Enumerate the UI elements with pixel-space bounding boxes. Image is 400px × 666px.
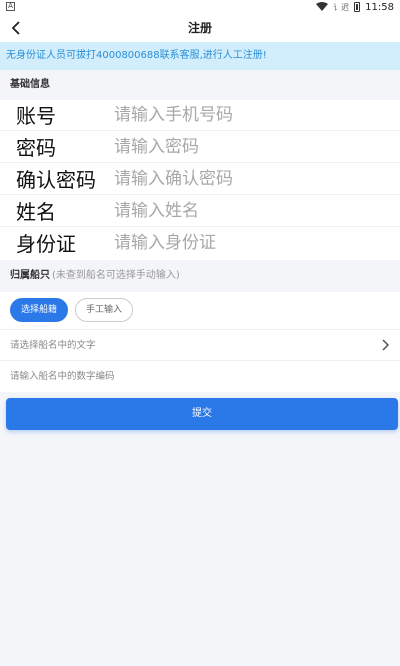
password-input[interactable] xyxy=(114,133,384,161)
chevron-right-icon[interactable] xyxy=(380,338,392,352)
ship-name-row xyxy=(0,329,400,361)
select-ship-chip[interactable]: 选择船籍 xyxy=(10,298,68,322)
wifi-icon xyxy=(316,2,329,11)
name-row: 姓名 xyxy=(0,196,400,227)
account-row: 账号 xyxy=(0,100,400,131)
ship-title-hint: (未查到船名可选择手动输入) xyxy=(52,270,180,281)
status-bar-right: 讠迟 11:58 xyxy=(316,0,394,14)
id-card-label: 身份证 xyxy=(16,232,76,256)
navigation-bar: 注册 xyxy=(0,14,400,42)
account-label: 账号 xyxy=(16,104,56,128)
notice-banner: 无身份证人员可拔打4000800688联系客服,进行人工注册! xyxy=(0,42,400,70)
confirm-password-label: 确认密码 xyxy=(16,168,96,192)
status-time: 11:58 xyxy=(365,1,394,13)
ship-title-text: 归属船只 xyxy=(10,270,50,281)
password-label: 密码 xyxy=(16,136,56,160)
account-input[interactable] xyxy=(114,101,384,129)
submit-button[interactable]: 提交 xyxy=(6,398,398,430)
ship-code-input[interactable] xyxy=(10,361,370,392)
name-label: 姓名 xyxy=(16,200,56,224)
ship-name-input[interactable] xyxy=(10,330,370,361)
id-card-input[interactable] xyxy=(114,229,384,257)
battery-icon xyxy=(354,2,361,12)
ship-form: 选择船籍 手工输入 xyxy=(0,292,400,392)
confirm-password-input[interactable] xyxy=(114,165,384,193)
page-title: 注册 xyxy=(187,21,212,35)
id-card-row: 身份证 xyxy=(0,228,400,259)
app-notification-icon: A xyxy=(6,2,15,11)
password-row: 密码 xyxy=(0,132,400,163)
confirm-password-row: 确认密码 xyxy=(0,164,400,195)
name-input[interactable] xyxy=(114,197,384,225)
manual-input-chip[interactable]: 手工输入 xyxy=(75,298,133,322)
basic-info-title-text: 基础信息 xyxy=(10,79,50,90)
status-bar: A 讠迟 11:58 xyxy=(0,0,400,14)
signal-icon: 讠迟 xyxy=(333,2,350,12)
ship-code-row xyxy=(0,360,400,392)
basic-info-section-title: 基础信息 xyxy=(0,70,400,100)
ship-section-title: 归属船只 (未查到船名可选择手动输入) xyxy=(0,260,400,292)
basic-info-form: 账号 密码 确认密码 姓名 身份证 xyxy=(0,100,400,260)
